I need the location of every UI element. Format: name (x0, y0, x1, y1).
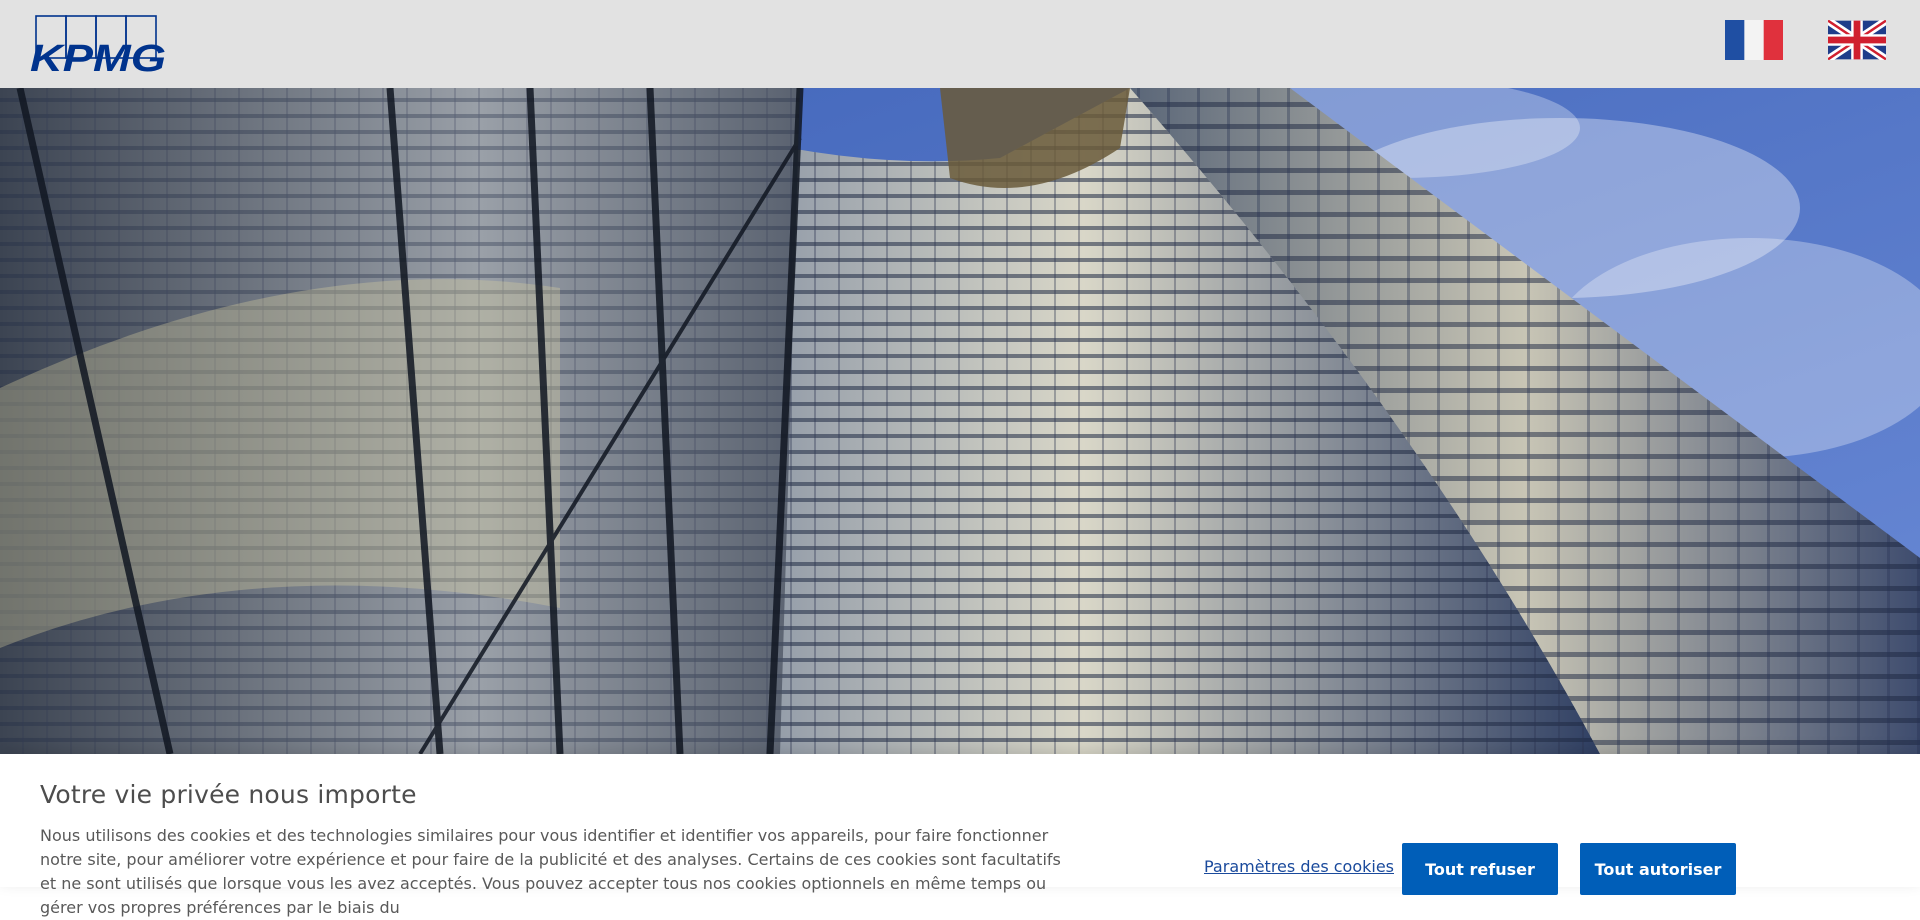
cookie-settings-link[interactable]: Paramètres des cookies (1204, 857, 1394, 876)
cookie-banner: Votre vie privée nous importe Nous utili… (0, 754, 1920, 917)
skyscraper-image (0, 88, 1920, 754)
accept-all-button[interactable]: Tout autoriser (1580, 843, 1736, 895)
language-fr-button[interactable] (1725, 20, 1783, 60)
logo-text: KPMG (30, 38, 166, 74)
flag-france-icon (1725, 20, 1783, 60)
kpmg-logo[interactable]: KPMG (28, 14, 174, 80)
cookie-banner-text: Nous utilisons des cookies et des techno… (40, 826, 1061, 917)
refuse-all-button[interactable]: Tout refuser (1402, 843, 1558, 895)
site-header: KPMG (0, 0, 1920, 88)
kpmg-logo-mark: KPMG (30, 15, 166, 80)
flag-uk-icon (1825, 17, 1889, 63)
hero-banner (0, 88, 1920, 754)
language-en-button[interactable] (1825, 17, 1889, 63)
cookie-banner-title: Votre vie privée nous importe (40, 780, 417, 809)
